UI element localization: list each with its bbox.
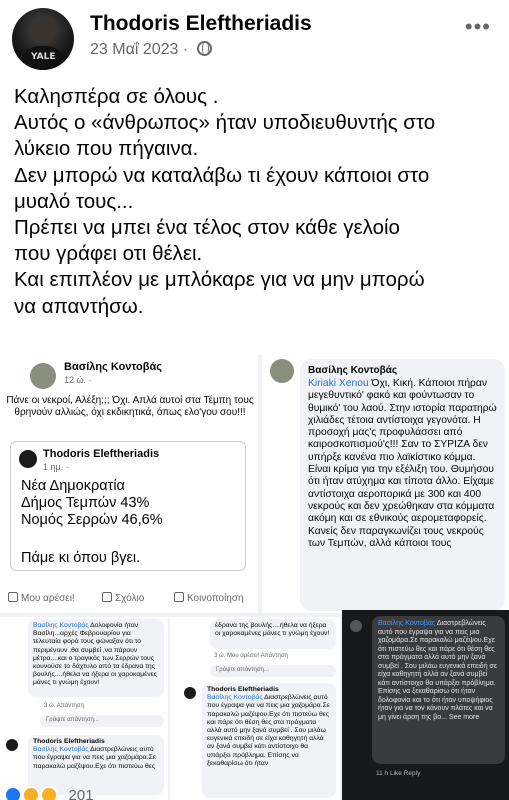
quoted-line: Δήμος Τεμπών 43% <box>21 495 150 511</box>
screenshot-dark-reply: Βασίλης Κοντοβάς Διαστρεβλώνεις αυτό που… <box>342 610 509 800</box>
comment-mention: Kiriaki Xenou <box>308 378 369 389</box>
reply-bubble: έδρανα της βουλής....ήθελα να ήξερα οι χ… <box>210 619 336 649</box>
commenter-time: 12 ώ. · <box>64 375 92 385</box>
like-reaction-icon <box>4 786 22 800</box>
post-line: μυαλό τους... <box>14 189 134 213</box>
screenshot-reply-thread-1: Βασίλης Κοντοβάς Δολοφονία ήταν Βασίλη..… <box>0 617 168 800</box>
reply-mention: Βασίλης Κοντοβάς <box>33 622 89 629</box>
reply-author: Thodoris Eleftheriadis <box>207 686 279 693</box>
quoted-time: 1 ημ. · <box>43 462 69 472</box>
thumbs-up-icon <box>8 592 18 602</box>
commenter-avatar <box>30 363 56 389</box>
comment-icon <box>102 592 112 602</box>
reply-avatar <box>6 739 18 751</box>
post-line: να απαντήσω. <box>14 294 144 318</box>
wow-reaction-icon <box>40 786 59 800</box>
reply-avatar <box>350 620 362 632</box>
avatar-shirt-logo: YALE <box>31 52 56 62</box>
screenshot-post: Βασίλης Κοντοβάς 12 ώ. · Πάνε οι νεκροί,… <box>0 355 258 613</box>
quoted-post: Thodoris Eleftheriadis 1 ημ. · Νέα Δημοκ… <box>10 441 246 571</box>
author-avatar[interactable]: YALE <box>12 8 74 70</box>
screenshot-reply-thread-2: έδρανα της βουλής....ήθελα να ήξερα οι χ… <box>170 617 340 800</box>
reply-text: Διαστρεβλώνεις αυτό που έγραψα για να πε… <box>378 620 497 721</box>
comment-body: Όχι, Κική. Κάποιοι πήραν μεγεθυντικό' φα… <box>308 378 497 549</box>
commenter-text: Πάνε οι νεκροί, Αλέξη;;; Όχι. Απλά αυτοί… <box>6 395 254 418</box>
post-line: Δεν μπορώ να καταλάβω τι έχουν κάποιοι σ… <box>14 163 430 187</box>
reply-text: Δολοφονία ήταν Βασίλη...αρχές Φεβρουαρίο… <box>33 622 157 687</box>
post-line: Καλησπέρα σε όλους . <box>14 85 219 108</box>
reply-author: Thodoris Eleftheriadis <box>33 738 105 745</box>
reactions-summary[interactable]: 201 <box>4 786 94 800</box>
post-line: Και επιπλέον με μπλόκαρε για να μην μπορ… <box>14 268 425 292</box>
reply-input: Γράψτε απάντηση... <box>210 665 336 677</box>
haha-reaction-icon <box>22 786 41 800</box>
post-body: Καλησπέρα σε όλους . Αυτός ο «άνθρωπος» … <box>14 84 504 320</box>
reply-meta: 11 h Like Reply <box>376 770 421 777</box>
quoted-text: Νέα Δημοκρατία Δήμος Τεμπών 43% Νομός Σε… <box>21 478 163 529</box>
reply-bubble: Βασίλης Κοντοβάς Δολοφονία ήταν Βασίλη..… <box>28 619 164 697</box>
post-date[interactable]: 23 Μαΐ 2023 <box>90 41 178 58</box>
screenshot-action-bar: Μου αρέσει! Σχόλιο Κοινοποίηση <box>0 585 258 611</box>
reply-text: Διαστρεβλώνεις αυτό που έγραψα για να πε… <box>207 694 330 767</box>
screenshot-like: Μου αρέσει! <box>8 592 75 604</box>
quoted-line: Νέα Δημοκρατία <box>21 478 125 494</box>
screenshot-comment: Σχόλιο <box>102 592 144 604</box>
reaction-count: 201 <box>68 786 94 800</box>
comment-text: Kiriaki Xenou Όχι, Κική. Κάποιοι πήραν μ… <box>308 378 497 550</box>
post-line: λύκειο που πήγαινα. <box>14 137 199 161</box>
reply-mention: Βασίλης Κοντοβάς <box>33 746 89 754</box>
quoted-avatar <box>19 450 37 468</box>
post-line: Πρέπει να μπει ένα τέλος στον κάθε γελοί… <box>14 216 400 240</box>
globe-icon <box>196 41 212 56</box>
quoted-footer: Πάμε κι όπου βγει. <box>21 550 141 566</box>
screenshot-comment-thread: Βασίλης Κοντοβάς Kiriaki Xenou Όχι, Κική… <box>262 355 509 613</box>
more-horizontal-icon[interactable]: ••• <box>465 14 491 40</box>
post-line: που γράφει οτι θέλει. <box>14 242 203 266</box>
meta-separator: · <box>182 41 189 58</box>
commenter-avatar <box>270 359 294 383</box>
post-header: YALE Thodoris Eleftheriadis 23 Μαΐ 2023 … <box>0 0 509 72</box>
avatar-face <box>32 18 54 44</box>
reply-mention: Βασίλης Κοντοβάς <box>378 620 436 627</box>
reply-mention: Βασίλης Κοντοβάς <box>207 694 263 702</box>
comment-author: Βασίλης Κοντοβάς <box>308 365 398 376</box>
photo-collage[interactable]: Βασίλης Κοντοβάς 12 ώ. · Πάνε οι νεκροί,… <box>0 355 509 800</box>
commenter-name: Βασίλης Κοντοβάς <box>64 361 162 373</box>
reply-avatar <box>184 687 196 699</box>
quoted-author: Thodoris Eleftheriadis <box>43 448 160 460</box>
post-meta: 23 Μαΐ 2023 · <box>90 41 212 59</box>
share-icon <box>174 592 184 602</box>
reply-input: Γράψτε απάντηση... <box>40 715 164 727</box>
reply-meta: 3 ώ. Απάντηση <box>44 703 84 709</box>
reply-meta: 3 ώ. Μου αρέσει! Απάντηση <box>214 653 288 659</box>
author-name[interactable]: Thodoris Eleftheriadis <box>90 12 312 36</box>
screenshot-share: Κοινοποίηση <box>174 592 244 604</box>
reply-bubble: Βασίλης Κοντοβάς Διαστρεβλώνεις αυτό που… <box>372 616 505 764</box>
comment-bubble: Βασίλης Κοντοβάς Kiriaki Xenou Όχι, Κική… <box>300 359 505 611</box>
reply-bubble: Thodoris Eleftheriadis Βασίλης Κοντοβάς … <box>202 683 336 798</box>
post-line: Αυτός ο «άνθρωπος» ήταν υποδιευθυντής στ… <box>14 111 436 135</box>
quoted-line: Νομός Σερρών 46,6% <box>21 512 163 528</box>
